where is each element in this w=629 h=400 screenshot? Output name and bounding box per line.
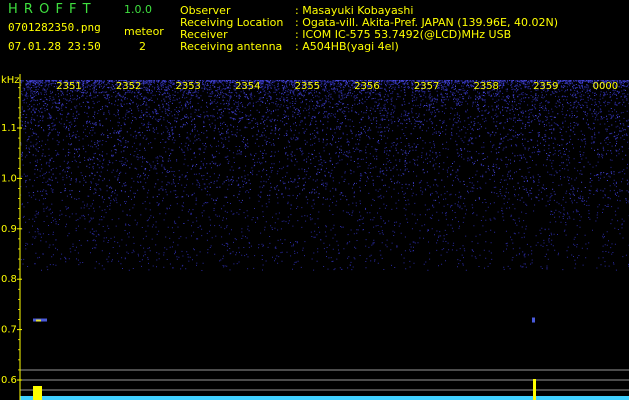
y-tick-label-4: 0.8 <box>1 274 17 285</box>
file-datetime: 07.01.28 23:50 <box>8 40 101 53</box>
x-tick-label-10: 0000 <box>593 81 618 92</box>
y-tick-label-1: 1.1 <box>1 123 17 134</box>
level-mark-1 <box>33 386 42 400</box>
x-tick-label-1: 2351 <box>56 81 81 92</box>
antenna-value: : A504HB(yagi 4el) <box>295 40 399 53</box>
y-tick-label-2: 1.0 <box>1 173 17 184</box>
meteor-echoes <box>33 317 535 323</box>
meteor-label: meteor <box>124 25 164 38</box>
receiver-label: Receiver <box>180 28 228 41</box>
y-axis-unit: kHz <box>1 75 20 86</box>
x-tick-label-3: 2353 <box>175 81 200 92</box>
x-tick-label-5: 2355 <box>295 81 320 92</box>
guide-lines <box>20 369 629 400</box>
noise-specks <box>20 80 629 271</box>
x-tick-label-4: 2354 <box>235 81 260 92</box>
observer-label: Observer <box>180 4 231 17</box>
level-baseline <box>20 396 629 400</box>
header-panel: H R O F F T 1.0.0 0701282350.png 07.01.2… <box>0 0 629 74</box>
observer-value: : Masayuki Kobayashi <box>295 4 414 17</box>
x-tick-label-6: 2356 <box>354 81 379 92</box>
x-tick-label-2: 2352 <box>116 81 141 92</box>
receiver-value: : ICOM IC-575 53.7492(@LCD)MHz USB <box>295 28 512 41</box>
y-tick-label-6: 0.6 <box>1 375 17 386</box>
spectrogram-panel: kHz 1.1 1.0 0.9 0.8 0.7 0.6 2351 2352 2353 2354 235… <box>0 74 629 400</box>
level-mark-2 <box>533 379 536 400</box>
x-tick-label-8: 2358 <box>473 81 498 92</box>
x-tick-label-7: 2357 <box>414 81 439 92</box>
antenna-label: Receiving antenna <box>180 40 283 53</box>
app-name: H R O F F T <box>8 2 92 17</box>
location-label: Receiving Location <box>180 16 284 29</box>
x-tick-label-9: 2359 <box>533 81 558 92</box>
app-version: 1.0.0 <box>124 3 152 16</box>
meteor-echo-1-core <box>36 319 41 322</box>
y-tick-label-5: 0.7 <box>1 325 17 336</box>
file-name: 0701282350.png <box>8 21 101 34</box>
meteor-echo-2 <box>532 317 535 323</box>
meteor-count: 2 <box>139 40 146 53</box>
axes: kHz 1.1 1.0 0.9 0.8 0.7 0.6 2351 2352 2353 2354 235… <box>1 74 618 400</box>
y-tick-label-3: 0.9 <box>1 224 17 235</box>
spectrogram: kHz 1.1 1.0 0.9 0.8 0.7 0.6 2351 2352 2353 2354 235… <box>1 74 629 400</box>
noise-layer <box>20 80 629 271</box>
location-value: : Ogata-vill. Akita-Pref. JAPAN (139.96E… <box>295 16 559 29</box>
